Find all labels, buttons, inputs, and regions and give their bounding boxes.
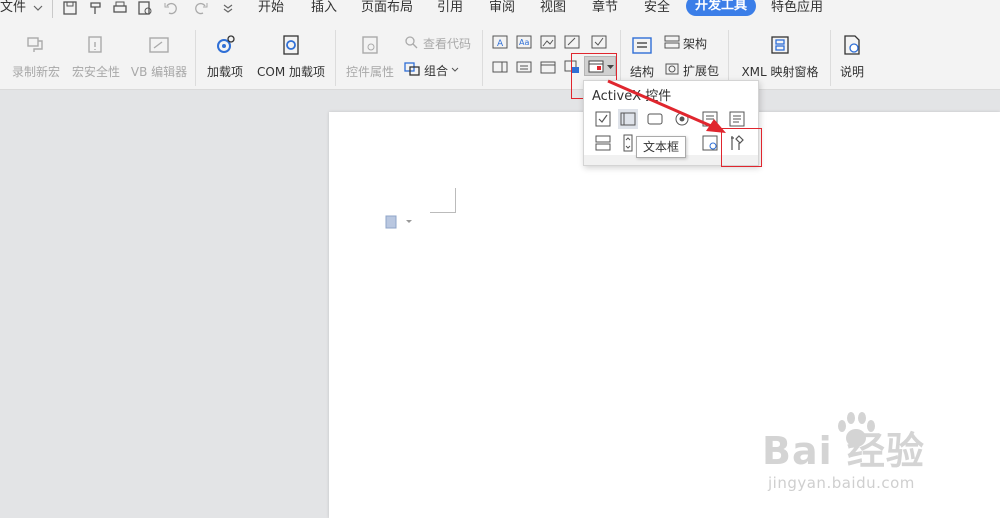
com-addins-button[interactable]: COM 加载项: [252, 22, 330, 90]
help-button[interactable]: 说明: [836, 22, 868, 90]
structure-icon: [632, 37, 652, 54]
help-document-icon: [844, 35, 860, 55]
redo-icon[interactable]: [193, 0, 209, 16]
tab-review[interactable]: 审阅: [489, 0, 515, 22]
svg-text:A: A: [497, 39, 504, 49]
print-icon[interactable]: [112, 0, 128, 16]
checkbox-control-icon[interactable]: [591, 35, 607, 49]
watermark-brand: Bai 经验: [762, 429, 925, 473]
svg-text:Aa: Aa: [519, 38, 529, 47]
chevron-down-icon[interactable]: [32, 2, 44, 14]
rich-text-control-icon[interactable]: A: [492, 35, 508, 49]
record-macro-icon: [27, 37, 43, 52]
combo-box-control-icon[interactable]: [492, 60, 508, 74]
schema-button[interactable]: 架构: [683, 35, 707, 52]
view-code-icon: [405, 36, 418, 49]
tab-security[interactable]: 安全: [644, 0, 670, 22]
chevron-down-icon[interactable]: [451, 67, 459, 73]
plain-text-control-icon[interactable]: Aa: [516, 35, 532, 49]
date-picker-control-icon[interactable]: [540, 60, 556, 74]
margin-crop-mark: [455, 188, 456, 213]
xml-mapping-icon: [771, 36, 789, 54]
margin-crop-mark: [430, 212, 455, 213]
expansion-pack-icon: [665, 63, 679, 75]
group-icon: [404, 62, 420, 76]
ribbon-divider: [195, 30, 196, 86]
shield-icon: [88, 36, 102, 53]
ribbon-divider: [830, 30, 831, 86]
tab-special-apps[interactable]: 特色应用: [771, 0, 823, 22]
building-block-control-icon[interactable]: [564, 35, 580, 49]
tab-section[interactable]: 章节: [592, 0, 618, 22]
addins-button[interactable]: 加载项: [202, 22, 248, 90]
tab-developer-tools[interactable]: 开发工具: [686, 0, 756, 16]
customize-quick-access-icon[interactable]: [220, 0, 236, 16]
ribbon: 录制新宏 宏安全性 VB 编辑器 加载项 COM 加载项 控件属性 查看代码 组…: [0, 22, 1000, 90]
tab-page-layout[interactable]: 页面布局: [361, 0, 413, 22]
menu-bar: 文件 开始 插入 页面布局 引用 审阅 视图 章节 安全 开发工具 特色应用: [0, 0, 1000, 22]
control-properties-icon: [362, 36, 378, 54]
tab-home[interactable]: 开始: [258, 0, 284, 22]
ribbon-divider: [482, 30, 483, 86]
paste-options-icon[interactable]: [385, 215, 415, 229]
group-button[interactable]: 组合: [424, 62, 448, 79]
macro-security-button[interactable]: 宏安全性: [68, 22, 124, 90]
gear-icon: [217, 35, 235, 53]
record-macro-button[interactable]: 录制新宏: [8, 22, 64, 90]
com-addin-icon: [283, 35, 299, 55]
tab-insert[interactable]: 插入: [311, 0, 337, 22]
print-preview-icon[interactable]: [137, 0, 153, 16]
tab-references[interactable]: 引用: [437, 0, 463, 22]
dropdown-list-control-icon[interactable]: [516, 60, 532, 74]
save-icon[interactable]: [62, 0, 78, 16]
watermark-url: jingyan.baidu.com: [768, 474, 915, 492]
menu-file[interactable]: 文件: [0, 0, 26, 22]
tab-view[interactable]: 视图: [540, 0, 566, 22]
red-arrow-annotation: [607, 79, 726, 133]
picture-control-icon[interactable]: [540, 35, 556, 49]
vb-editor-button[interactable]: VB 编辑器: [128, 22, 190, 90]
undo-icon[interactable]: [163, 0, 179, 16]
view-code-button[interactable]: 查看代码: [423, 35, 471, 52]
ribbon-divider: [335, 30, 336, 86]
vb-editor-icon: [149, 37, 169, 53]
divider: [52, 0, 53, 18]
baidu-watermark: Bai 经验 jingyan.baidu.com: [762, 408, 992, 498]
control-properties-button[interactable]: 控件属性: [342, 22, 398, 90]
schema-icon: [664, 35, 680, 49]
format-painter-icon[interactable]: [88, 0, 104, 16]
